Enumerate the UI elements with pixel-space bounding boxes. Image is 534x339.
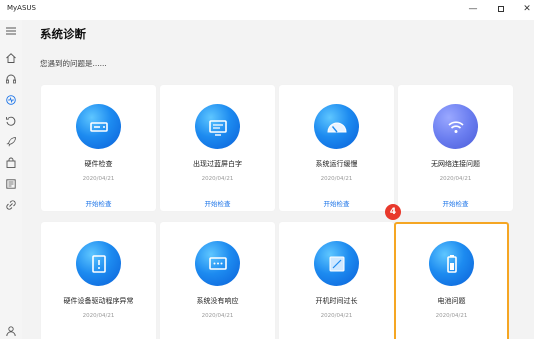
card-label: 电池问题 — [437, 297, 466, 305]
card-date: 2020/04/21 — [439, 176, 472, 182]
sidebar-item-home[interactable] — [2, 49, 20, 67]
recovery-icon — [6, 116, 16, 126]
hardware-check-icon — [76, 104, 121, 149]
user-icon — [6, 326, 16, 337]
card-date: 2020/04/21 — [201, 176, 234, 182]
page-title: 系统诊断 — [40, 27, 86, 41]
start-check-link[interactable]: 开始检查 — [41, 198, 156, 208]
main-content: 系统诊断 您遇到的问题是...... 硬件检查 2020/04/21 开始检查 … — [22, 20, 534, 339]
card-hardware-check[interactable]: 硬件检查 2020/04/21 开始检查 — [41, 85, 156, 211]
card-battery[interactable]: 电池问题 2020/04/21 — [394, 222, 509, 339]
sidebar-item-link[interactable] — [2, 196, 20, 214]
card-label: 硬件设备驱动程序异常 — [63, 297, 134, 305]
link-icon — [6, 200, 16, 210]
boot-time-icon — [314, 241, 359, 286]
card-date: 2020/04/21 — [320, 176, 353, 182]
card-no-network[interactable]: 无网络连接问题 2020/04/21 开始检查 — [398, 85, 513, 211]
card-label: 出现过蓝屏白字 — [193, 160, 242, 168]
card-label: 无网络连接问题 — [431, 160, 480, 168]
menu-button[interactable] — [2, 22, 20, 40]
speedometer-icon — [314, 104, 359, 149]
sidebar-item-boost[interactable] — [2, 133, 20, 151]
sidebar-item-store[interactable] — [2, 154, 20, 172]
home-icon — [6, 53, 16, 63]
sidebar — [0, 20, 22, 339]
start-check-link[interactable]: 开始检查 — [279, 198, 394, 208]
news-icon — [6, 179, 16, 189]
page-subtitle: 您遇到的问题是...... — [40, 59, 107, 68]
card-driver-error[interactable]: 硬件设备驱动程序异常 2020/04/21 — [41, 222, 156, 339]
card-date: 2020/04/21 — [201, 313, 234, 319]
card-system-slow[interactable]: 系统运行缓慢 2020/04/21 开始检查 — [279, 85, 394, 211]
card-date: 2020/04/21 — [82, 313, 115, 319]
sidebar-item-recovery[interactable] — [2, 112, 20, 130]
card-date: 2020/04/21 — [320, 313, 353, 319]
step-badge: 4 — [385, 204, 401, 220]
card-label: 系统运行缓慢 — [315, 160, 358, 168]
card-label: 开机时间过长 — [315, 297, 358, 305]
card-boot-time[interactable]: 开机时间过长 2020/04/21 — [279, 222, 394, 339]
driver-icon — [76, 241, 121, 286]
sidebar-item-news[interactable] — [2, 175, 20, 193]
sidebar-item-account[interactable] — [2, 322, 20, 339]
menu-icon — [6, 27, 16, 35]
sidebar-item-support[interactable] — [2, 70, 20, 88]
no-response-icon — [195, 241, 240, 286]
start-check-link[interactable]: 开始检查 — [160, 198, 275, 208]
maximize-icon — [498, 5, 504, 12]
card-label: 系统没有响应 — [196, 297, 239, 305]
card-label: 硬件检查 — [84, 160, 113, 168]
title-bar: MyASUS — ✕ — [0, 0, 534, 20]
card-blue-screen[interactable]: 出现过蓝屏白字 2020/04/21 开始检查 — [160, 85, 275, 211]
card-date: 2020/04/21 — [82, 176, 115, 182]
card-date: 2020/04/21 — [435, 313, 468, 319]
wifi-icon — [433, 104, 478, 149]
bag-icon — [6, 157, 16, 168]
close-button[interactable]: ✕ — [512, 1, 534, 17]
card-no-response[interactable]: 系统没有响应 2020/04/21 — [160, 222, 275, 339]
diagnostics-icon — [6, 95, 16, 105]
minimize-button[interactable]: — — [458, 1, 488, 17]
headset-icon — [6, 74, 16, 84]
battery-icon — [429, 241, 474, 286]
blue-screen-icon — [195, 104, 240, 149]
sidebar-item-diagnostics[interactable] — [2, 91, 20, 109]
app-title: MyASUS — [7, 4, 36, 12]
rocket-icon — [6, 137, 16, 147]
start-check-link[interactable]: 开始检查 — [398, 198, 513, 208]
